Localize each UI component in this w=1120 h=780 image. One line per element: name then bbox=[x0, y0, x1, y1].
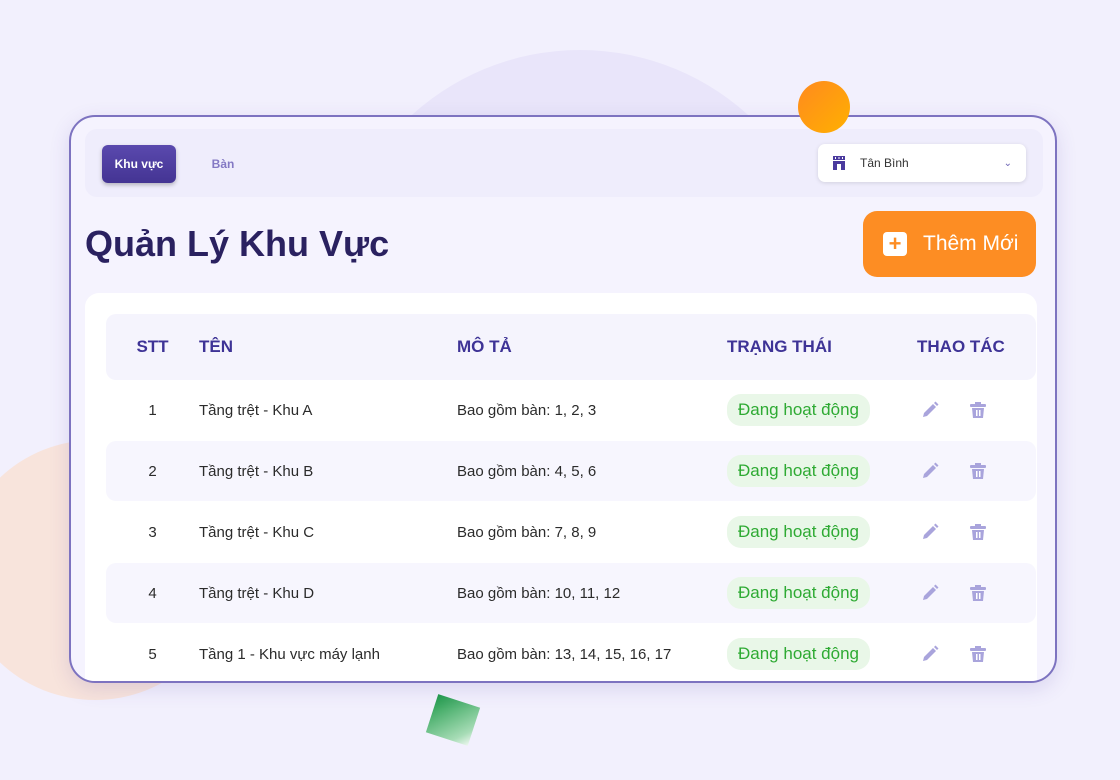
tab-khu-vuc[interactable]: Khu vực bbox=[102, 145, 176, 183]
table-row: 1 Tầng trệt - Khu A Bao gồm bàn: 1, 2, 3… bbox=[106, 380, 1036, 440]
page-title: Quản Lý Khu Vực bbox=[85, 223, 390, 264]
delete-trash-icon[interactable] bbox=[967, 582, 989, 604]
header-name: TÊN bbox=[199, 337, 233, 356]
edit-pencil-icon[interactable] bbox=[919, 582, 941, 604]
area-management-window: Khu vực Bàn Tân Bình ⌄ Quản Lý Khu Vực +… bbox=[69, 115, 1057, 683]
table-row: 3 Tầng trệt - Khu C Bao gồm bàn: 7, 8, 9… bbox=[106, 502, 1036, 562]
tab-ban[interactable]: Bàn bbox=[203, 145, 243, 183]
edit-pencil-icon[interactable] bbox=[919, 399, 941, 421]
bg-green-square bbox=[425, 694, 481, 746]
delete-trash-icon[interactable] bbox=[967, 643, 989, 665]
status-badge: Đang hoạt động bbox=[727, 516, 870, 548]
cell-stt: 4 bbox=[148, 584, 157, 602]
cell-name: Tầng 1 - Khu vực máy lạnh bbox=[199, 645, 380, 663]
cell-stt: 3 bbox=[148, 523, 157, 541]
header-status: TRẠNG THÁI bbox=[727, 337, 832, 356]
cell-name: Tầng trệt - Khu B bbox=[199, 462, 314, 480]
cell-description: Bao gồm bàn: 1, 2, 3 bbox=[457, 401, 597, 419]
table-row: 4 Tầng trệt - Khu D Bao gồm bàn: 10, 11,… bbox=[106, 563, 1036, 623]
table-row: 2 Tầng trệt - Khu B Bao gồm bàn: 4, 5, 6… bbox=[106, 441, 1036, 501]
status-badge: Đang hoạt động bbox=[727, 394, 870, 426]
header-stt: STT bbox=[136, 337, 169, 356]
edit-pencil-icon[interactable] bbox=[919, 521, 941, 543]
edit-pencil-icon[interactable] bbox=[919, 460, 941, 482]
status-badge: Đang hoạt động bbox=[727, 455, 870, 487]
store-icon bbox=[833, 156, 845, 170]
header-description: MÔ TẢ bbox=[457, 337, 512, 356]
cell-description: Bao gồm bàn: 7, 8, 9 bbox=[457, 523, 597, 541]
cell-stt: 5 bbox=[148, 645, 157, 663]
cell-stt: 2 bbox=[148, 462, 157, 480]
cell-name: Tầng trệt - Khu D bbox=[199, 584, 315, 602]
add-new-button[interactable]: + Thêm Mới bbox=[863, 211, 1036, 277]
delete-trash-icon[interactable] bbox=[967, 399, 989, 421]
top-bar: Khu vực Bàn Tân Bình ⌄ bbox=[85, 129, 1043, 197]
bg-circle-orange bbox=[798, 81, 850, 133]
delete-trash-icon[interactable] bbox=[967, 521, 989, 543]
table-row: 5 Tầng 1 - Khu vực máy lạnh Bao gồm bàn:… bbox=[106, 624, 1036, 681]
cell-description: Bao gồm bàn: 10, 11, 12 bbox=[457, 584, 621, 602]
header-actions: THAO TÁC bbox=[917, 337, 1005, 356]
plus-square-icon: + bbox=[883, 232, 907, 256]
edit-pencil-icon[interactable] bbox=[919, 643, 941, 665]
add-new-label: Thêm Mới bbox=[923, 232, 1019, 255]
area-table: STT TÊN MÔ TẢ TRẠNG THÁI THAO TÁC 1 Tầng… bbox=[85, 293, 1037, 681]
cell-stt: 1 bbox=[148, 401, 157, 419]
cell-name: Tầng trệt - Khu C bbox=[199, 523, 315, 541]
delete-trash-icon[interactable] bbox=[967, 460, 989, 482]
branch-select[interactable]: Tân Bình ⌄ bbox=[818, 144, 1026, 182]
chevron-down-icon: ⌄ bbox=[1003, 157, 1012, 169]
table-header: STT TÊN MÔ TẢ TRẠNG THÁI THAO TÁC bbox=[106, 314, 1036, 380]
cell-description: Bao gồm bàn: 4, 5, 6 bbox=[457, 462, 597, 480]
cell-description: Bao gồm bàn: 13, 14, 15, 16, 17 bbox=[457, 645, 672, 663]
status-badge: Đang hoạt động bbox=[727, 638, 870, 670]
cell-name: Tầng trệt - Khu A bbox=[199, 401, 313, 419]
status-badge: Đang hoạt động bbox=[727, 577, 870, 609]
branch-select-value: Tân Bình bbox=[860, 156, 909, 170]
